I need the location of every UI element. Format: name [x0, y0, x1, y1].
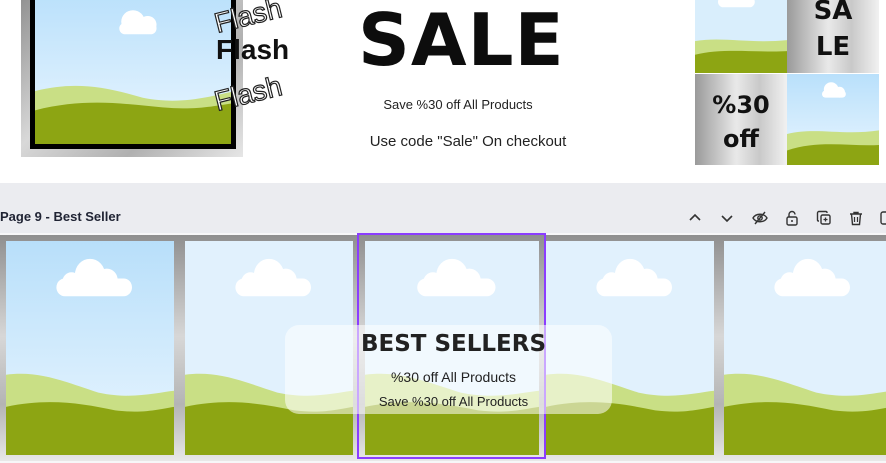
design-page-flash-sale[interactable]: Flash Flash Flash SALE Save %30 off All …: [0, 0, 886, 183]
hide-page-button[interactable]: [747, 205, 773, 231]
best-sellers-line-1[interactable]: %30 off All Products: [285, 369, 622, 385]
sale-code-text: Use code "Sale" On checkout: [369, 133, 567, 150]
sale-side-block[interactable]: SA LE: [787, 0, 879, 73]
delete-page-button[interactable]: [843, 205, 869, 231]
sale-subtitle: Save %30 off All Products: [383, 97, 533, 112]
chevron-up-icon: [689, 213, 701, 221]
duplicate-icon: [816, 210, 831, 225]
discount-side-text-bottom: off: [723, 125, 759, 153]
lock-page-button[interactable]: [779, 205, 805, 231]
flash-word-2: Flash: [216, 34, 290, 65]
sale-side-text-top: SA: [813, 0, 853, 26]
page-label: Page 9 - Best Seller: [0, 209, 121, 224]
right-top-image: [695, 0, 787, 73]
move-page-up-button[interactable]: [682, 205, 708, 231]
best-sellers-title[interactable]: BEST SELLERS: [285, 331, 622, 357]
discount-side-text-top: %30: [712, 91, 770, 119]
trash-icon: [850, 211, 862, 226]
add-page-icon: [880, 211, 886, 225]
product-image-1-placeholder: [6, 241, 174, 455]
product-image-1[interactable]: [0, 235, 180, 461]
discount-side-block[interactable]: %30 off: [695, 74, 787, 165]
move-page-down-button[interactable]: [714, 205, 740, 231]
left-image-placeholder: [35, 0, 231, 144]
sale-heading: SALE: [358, 0, 565, 82]
right-bottom-image: [787, 74, 879, 165]
best-sellers-line-2[interactable]: Save %30 off All Products: [285, 394, 622, 409]
flash-word-1: Flash: [211, 0, 286, 39]
chevron-down-icon: [721, 215, 733, 223]
hide-icon: [752, 211, 768, 225]
sale-side-text-bottom: LE: [815, 32, 851, 62]
design-page-best-seller[interactable]: BEST SELLERS %30 off All Products Save %…: [0, 233, 886, 463]
product-image-5-placeholder: [724, 241, 886, 455]
add-page-button[interactable]: [874, 205, 886, 231]
duplicate-page-button[interactable]: [811, 205, 837, 231]
product-image-5[interactable]: [718, 235, 886, 461]
lock-icon: [786, 210, 798, 226]
